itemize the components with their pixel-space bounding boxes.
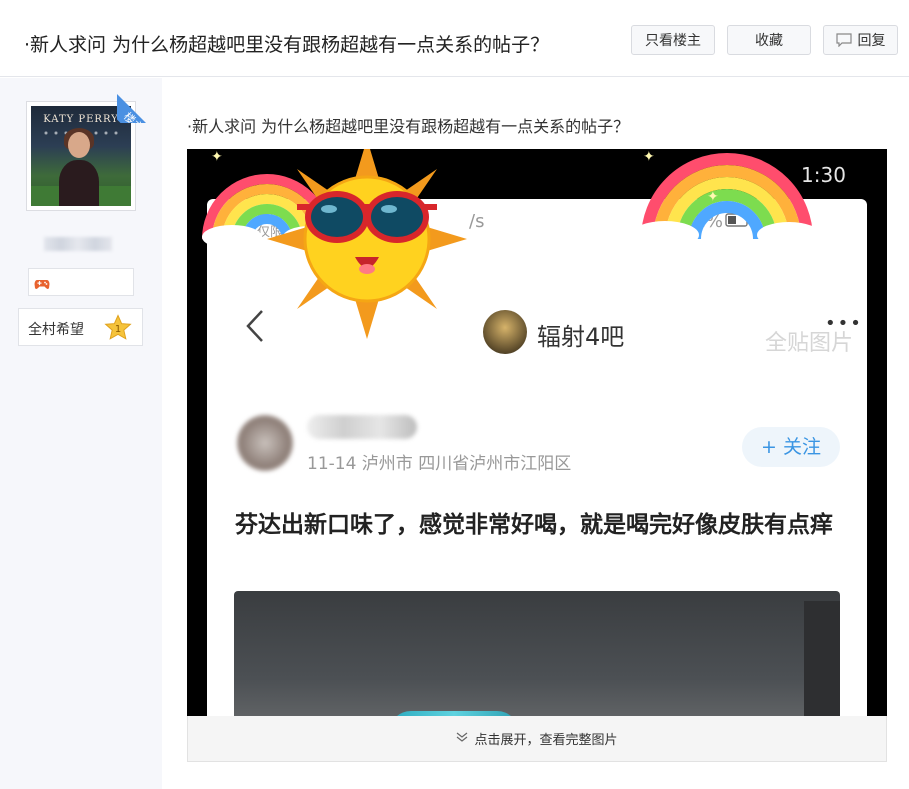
only-op-button[interactable]: 只看楼主 [631, 25, 715, 55]
comment-icon [835, 33, 852, 47]
author-name-blurred[interactable] [44, 237, 112, 251]
status-time: 1:30 [801, 163, 846, 187]
sparkle-icon: ✦ [211, 149, 223, 165]
avatar-brand-text: KATY PERRY [43, 114, 119, 125]
bar-icon [483, 310, 527, 354]
sun-sunglasses-sticker [267, 149, 467, 339]
author-sidebar: KATY PERRY 全村希望 1 [0, 78, 162, 789]
screenshot-photo [234, 591, 840, 716]
expand-image-button[interactable]: 点击展开，查看完整图片 [187, 716, 887, 762]
thread-header: ·新人求问 为什么杨超越吧里没有跟杨超越有一点关系的帖子？ 只看楼主 收藏 回复 [0, 0, 909, 77]
expand-image-label: 点击展开，查看完整图片 [474, 733, 618, 748]
screenshot-post-text: 芬达出新口味了，感觉非常好喝，就是喝完好像皮肤有点痒 [235, 512, 833, 538]
sparkle-icon: ✦ [643, 149, 655, 165]
status-speed: /s [469, 211, 485, 232]
thread-title: ·新人求问 为什么杨超越吧里没有跟杨超越有一点关系的帖子？ [24, 34, 550, 56]
chevron-down-icon [456, 731, 468, 746]
bar-name: 辐射4吧 [537, 323, 625, 351]
op-tag-label: 楼主 [117, 88, 162, 123]
author-level[interactable]: 全村希望 1 [18, 308, 143, 346]
avatar-image: KATY PERRY [31, 106, 131, 206]
level-title: 全村希望 [28, 322, 84, 338]
collect-button[interactable]: 收藏 [727, 25, 811, 55]
level-star-icon: 1 [104, 314, 132, 345]
sparkle-icon: ✦ [707, 189, 719, 205]
gamepad-icon [34, 276, 50, 295]
screenshot-author-name-blurred [307, 415, 417, 439]
back-arrow-icon [245, 309, 265, 347]
reply-button[interactable]: 回复 [823, 25, 898, 55]
screenshot-author-meta: 11-14 泸州市 四川省泸州市江阳区 [307, 454, 572, 474]
post-image[interactable]: 中国 仅限紧 /s 42% 辐射4吧 全贴图片 ••• 11-14 泸州市 四川… [187, 149, 887, 716]
post-title: ·新人求问 为什么杨超越吧里没有跟杨超越有一点关系的帖子？ [187, 117, 630, 136]
rainbow-sticker-right [631, 153, 821, 249]
level-number: 1 [115, 324, 121, 335]
reply-label: 回复 [857, 33, 886, 49]
more-icon: ••• [825, 313, 863, 334]
author-badge[interactable] [28, 268, 134, 296]
screenshot-author-avatar [237, 415, 293, 471]
op-corner-tag: 楼主 [117, 78, 162, 123]
screenshot-follow-button: + 关注 [742, 427, 840, 467]
